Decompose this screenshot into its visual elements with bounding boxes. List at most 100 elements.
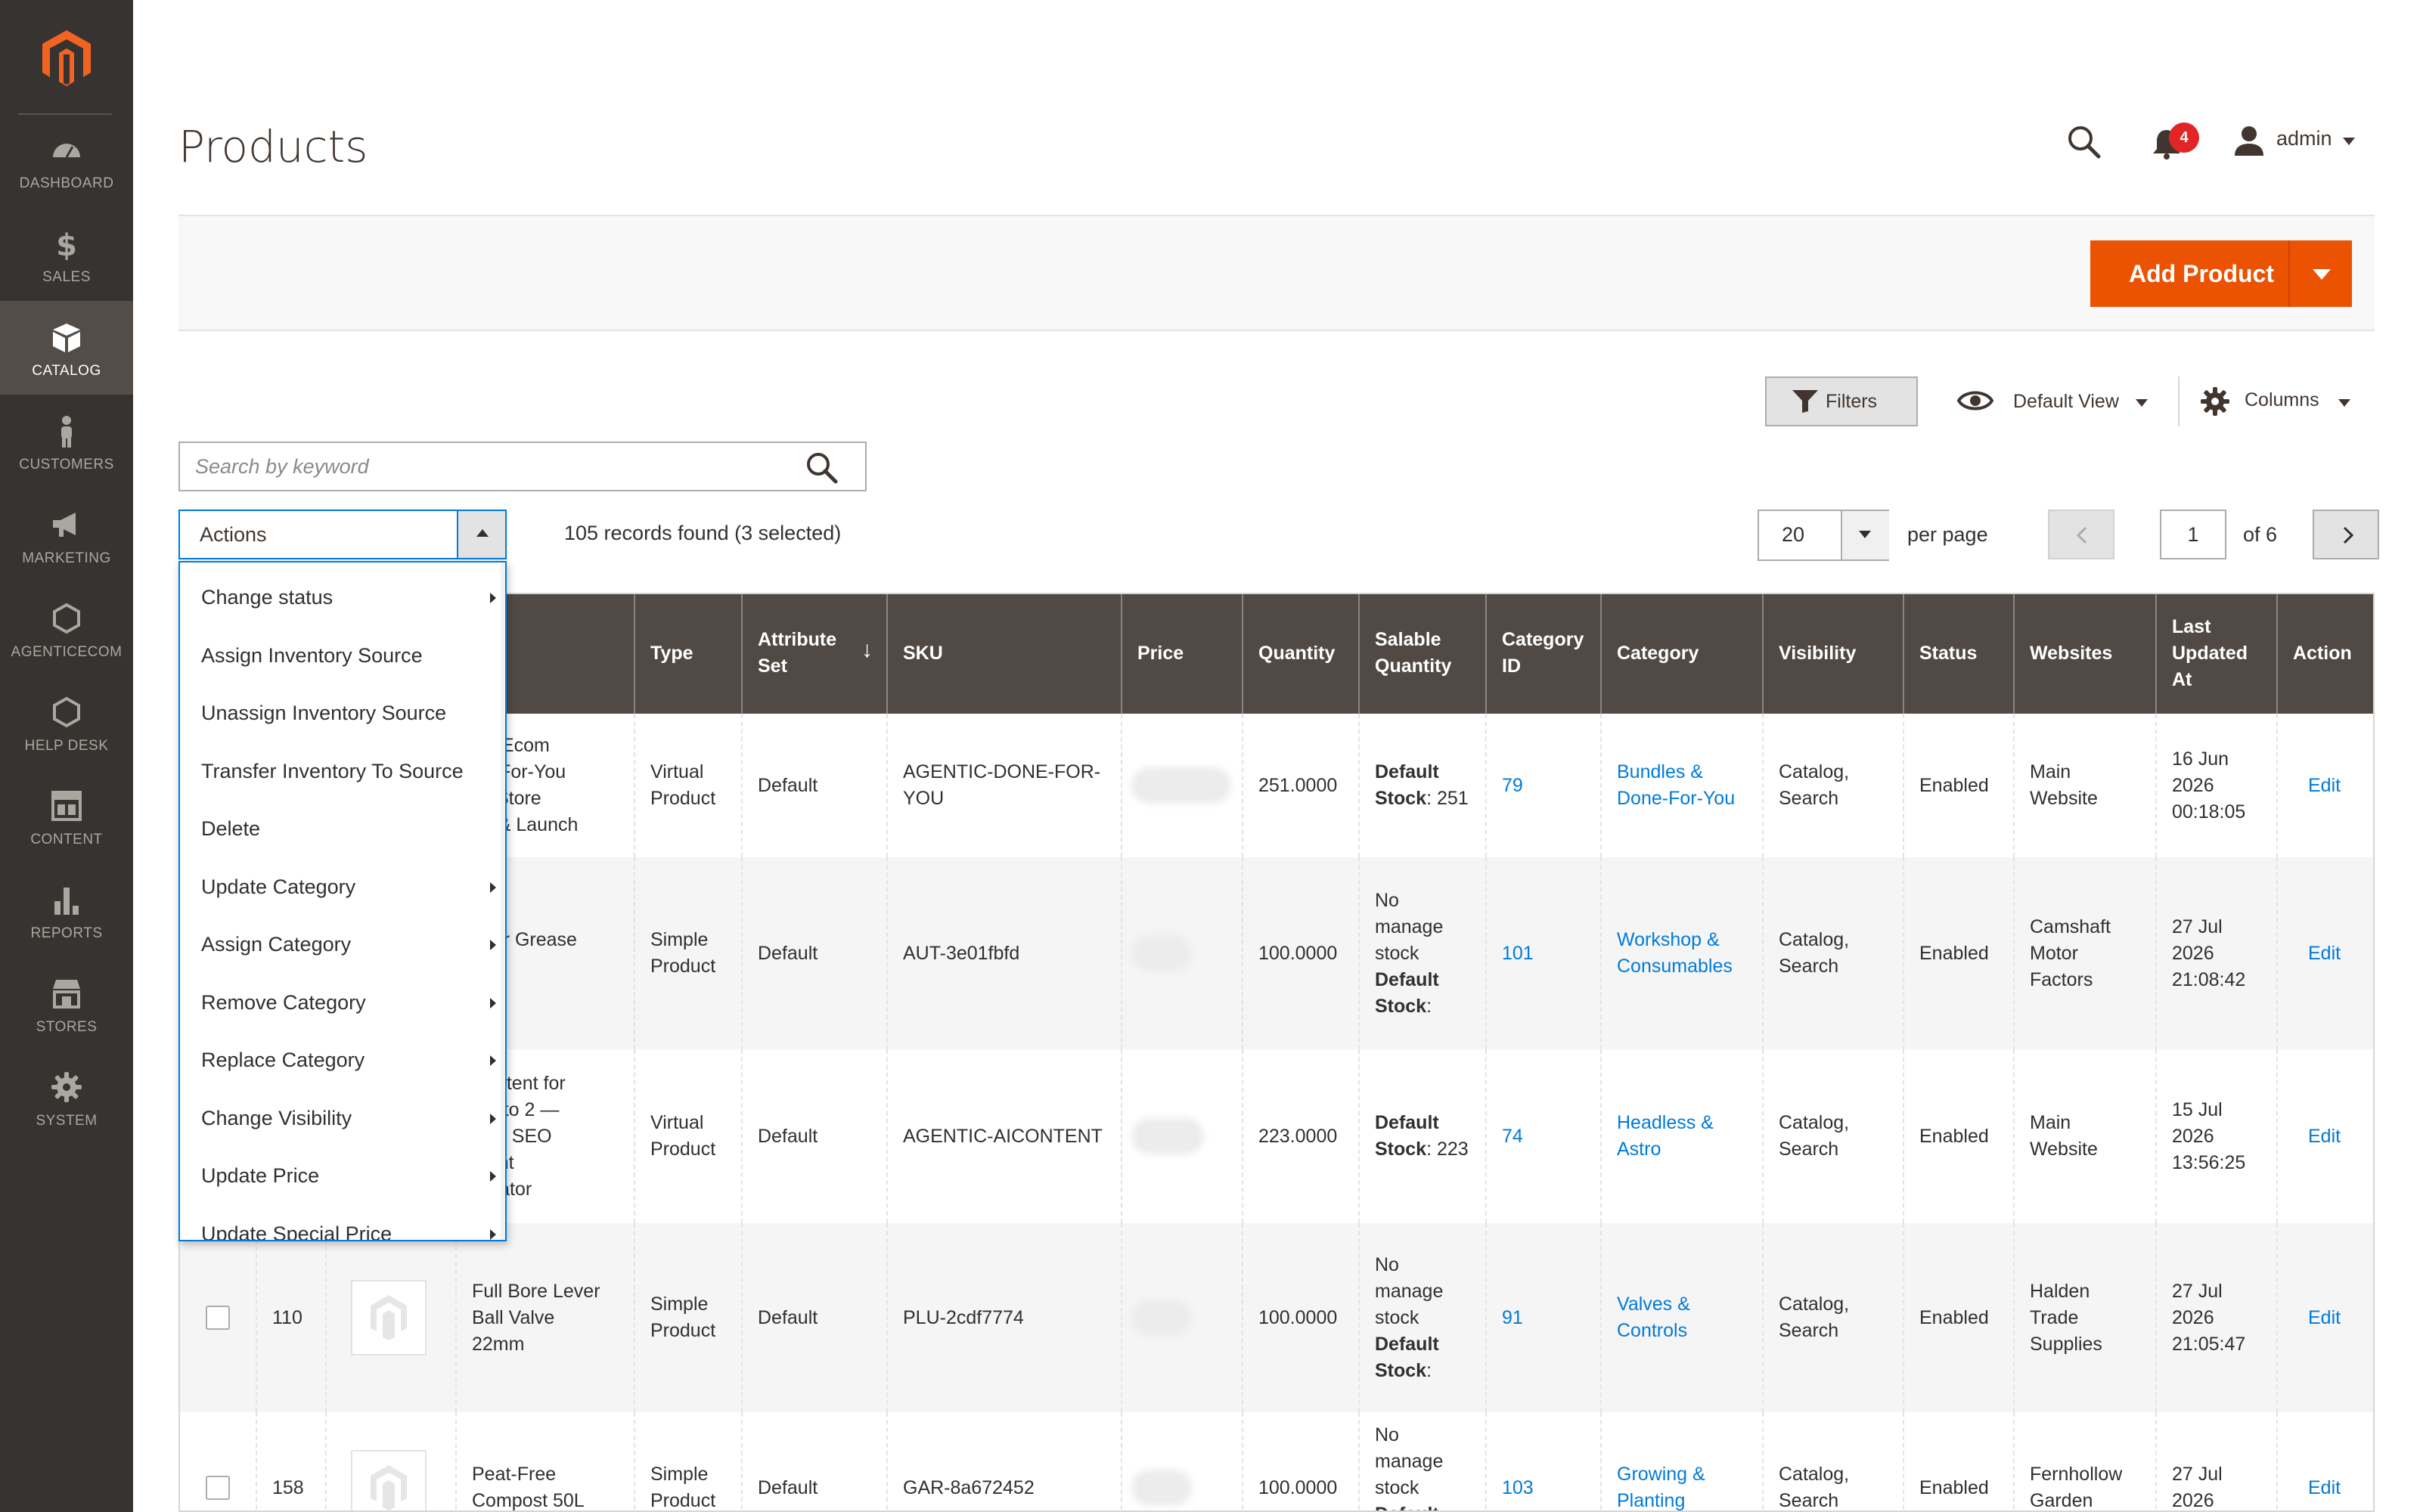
product-thumbnail[interactable] xyxy=(351,1450,427,1512)
table-cell: GAR-8a672452 xyxy=(888,1412,1122,1512)
menu-item-assign-inventory-source[interactable]: Assign Inventory Source xyxy=(180,627,505,684)
filters-button[interactable]: Filters xyxy=(1765,376,1918,426)
magento-logo-icon[interactable] xyxy=(36,27,97,88)
column-header-6[interactable]: SKU xyxy=(888,593,1122,714)
column-header-7[interactable]: Price xyxy=(1122,593,1243,714)
mass-actions-toggle[interactable] xyxy=(457,510,507,559)
edit-link[interactable]: Edit xyxy=(2308,1305,2341,1331)
next-page-button[interactable] xyxy=(2313,510,2379,559)
table-cell: Default Stock: 251 xyxy=(1360,714,1487,857)
sidebar-item-stores[interactable]: STORES xyxy=(0,957,133,1051)
sidebar-item-content[interactable]: CONTENT xyxy=(0,770,133,863)
eye-icon[interactable] xyxy=(1957,387,1993,414)
edit-link[interactable]: Edit xyxy=(2308,1123,2341,1150)
column-header-16[interactable]: Action xyxy=(2278,593,2375,714)
column-header-label: Last Updated At xyxy=(2172,615,2248,690)
per-page-select[interactable]: 20 xyxy=(1758,510,1889,561)
status: Enabled xyxy=(1919,1306,1989,1328)
column-header-9[interactable]: Salable Quantity xyxy=(1360,593,1487,714)
chevron-down-icon[interactable] xyxy=(2338,399,2350,407)
gear-icon[interactable] xyxy=(2201,387,2229,416)
menu-item-remove-category[interactable]: Remove Category xyxy=(180,974,505,1031)
current-page-input[interactable]: 1 xyxy=(2160,510,2226,559)
row-checkbox[interactable] xyxy=(206,1306,230,1330)
category-id[interactable]: 79 xyxy=(1502,773,1523,799)
menu-item-unassign-inventory-source[interactable]: Unassign Inventory Source xyxy=(180,684,505,742)
cell-line: Full Bore Lever xyxy=(472,1280,600,1302)
user-menu-name[interactable]: admin xyxy=(2276,127,2332,150)
sidebar-item-help-desk[interactable]: HELP DESK xyxy=(0,676,133,770)
column-header-5[interactable]: Attribute Set ↓ xyxy=(743,593,888,714)
category-link[interactable]: Workshop & Consumables xyxy=(1617,927,1733,980)
menu-item-replace-category[interactable]: Replace Category xyxy=(180,1031,505,1089)
columns-selector[interactable]: Columns xyxy=(2245,389,2319,411)
table-cell: Main Website xyxy=(2015,714,2157,857)
page-actions-bar xyxy=(178,215,2375,331)
menu-item-label: Unassign Inventory Source xyxy=(201,702,447,724)
menu-item-change-status[interactable]: Change status xyxy=(180,569,505,626)
search-input[interactable] xyxy=(195,443,793,490)
table-cell: No manage stockDefaultStock: xyxy=(1360,1412,1487,1512)
sidebar-item-agenticecom[interactable]: AGENTICECOM xyxy=(0,582,133,676)
edit-link[interactable]: Edit xyxy=(2308,1475,2341,1501)
menu-item-delete[interactable]: Delete xyxy=(180,800,505,857)
category-id[interactable]: 103 xyxy=(1502,1475,1534,1501)
chevron-right-icon xyxy=(490,940,496,950)
notification-count-badge[interactable]: 4 xyxy=(2169,122,2199,153)
column-header-label: Status xyxy=(1919,642,1978,664)
menu-item-assign-category[interactable]: Assign Category xyxy=(180,916,505,973)
search-icon[interactable] xyxy=(805,451,838,484)
sidebar-item-customers[interactable]: CUSTOMERS xyxy=(0,395,133,488)
sidebar-item-catalog[interactable]: CATALOG xyxy=(0,301,133,395)
product-thumbnail[interactable] xyxy=(351,1280,427,1356)
column-header-10[interactable]: Category ID xyxy=(1487,593,1602,714)
quantity: 223.0000 xyxy=(1258,1125,1338,1147)
sidebar-item-system[interactable]: SYSTEM xyxy=(0,1051,133,1145)
column-header-13[interactable]: Status xyxy=(1904,593,2015,714)
default-view-selector[interactable]: Default View xyxy=(2013,391,2119,413)
menu-item-transfer-inventory-to-source[interactable]: Transfer Inventory To Source xyxy=(180,742,505,800)
menu-item-change-visibility[interactable]: Change Visibility xyxy=(180,1089,505,1147)
sort-descending-icon[interactable]: ↓ xyxy=(861,637,873,663)
sidebar-item-sales[interactable]: $ SALES xyxy=(0,207,133,301)
quantity: 100.0000 xyxy=(1258,1476,1338,1498)
category-id[interactable]: 91 xyxy=(1502,1305,1523,1331)
menu-item-update-category[interactable]: Update Category xyxy=(180,858,505,916)
add-product-button[interactable]: Add Product xyxy=(2090,240,2288,307)
column-header-14[interactable]: Websites xyxy=(2015,593,2157,714)
category-id[interactable]: 101 xyxy=(1502,940,1534,967)
sidebar-item-marketing[interactable]: MARKETING xyxy=(0,488,133,582)
menu-item-update-price[interactable]: Update Price xyxy=(180,1147,505,1204)
add-product-split-toggle[interactable] xyxy=(2288,240,2352,307)
grid-header: meTypeAttribute Set↓SKUPriceQuantitySala… xyxy=(178,593,2375,714)
salable-qty: : xyxy=(1426,995,1432,1017)
salable-source: Default xyxy=(1375,761,1439,782)
category-link[interactable]: Valves & Controls xyxy=(1617,1291,1690,1344)
column-header-12[interactable]: Visibility xyxy=(1764,593,1904,714)
sidebar-item-reports[interactable]: REPORTS xyxy=(0,863,133,957)
previous-page-button[interactable] xyxy=(2048,510,2114,559)
table-cell: Enabled xyxy=(1904,714,2015,857)
chevron-down-icon[interactable] xyxy=(2136,399,2148,407)
column-header-8[interactable]: Quantity xyxy=(1243,593,1360,714)
per-page-toggle[interactable] xyxy=(1841,511,1889,559)
global-search-icon[interactable] xyxy=(2065,122,2102,160)
cell-line: Product xyxy=(650,788,716,809)
category-link[interactable]: Growing & Planting xyxy=(1617,1461,1705,1512)
column-header-15[interactable]: Last Updated At xyxy=(2157,593,2278,714)
product-name: Peat-Free Compost 50L xyxy=(472,1461,585,1512)
category-link[interactable]: Headless & Astro xyxy=(1617,1110,1714,1163)
category-link[interactable]: Bundles & Done-For-You xyxy=(1617,759,1735,812)
edit-link[interactable]: Edit xyxy=(2308,940,2341,967)
category-id[interactable]: 74 xyxy=(1502,1123,1523,1150)
edit-link[interactable]: Edit xyxy=(2308,773,2341,799)
column-header-11[interactable]: Category xyxy=(1602,593,1764,714)
sidebar-item-dashboard[interactable]: DASHBOARD xyxy=(0,113,133,207)
menu-item-update-special-price[interactable]: Update Special Price xyxy=(180,1205,505,1240)
price-redacted xyxy=(1137,773,1225,798)
per-page-label: per page xyxy=(1907,523,1988,546)
column-header-4[interactable]: Type xyxy=(635,593,743,714)
row-checkbox[interactable] xyxy=(206,1476,230,1500)
chevron-down-icon[interactable] xyxy=(2343,138,2355,145)
user-icon[interactable] xyxy=(2232,124,2266,157)
